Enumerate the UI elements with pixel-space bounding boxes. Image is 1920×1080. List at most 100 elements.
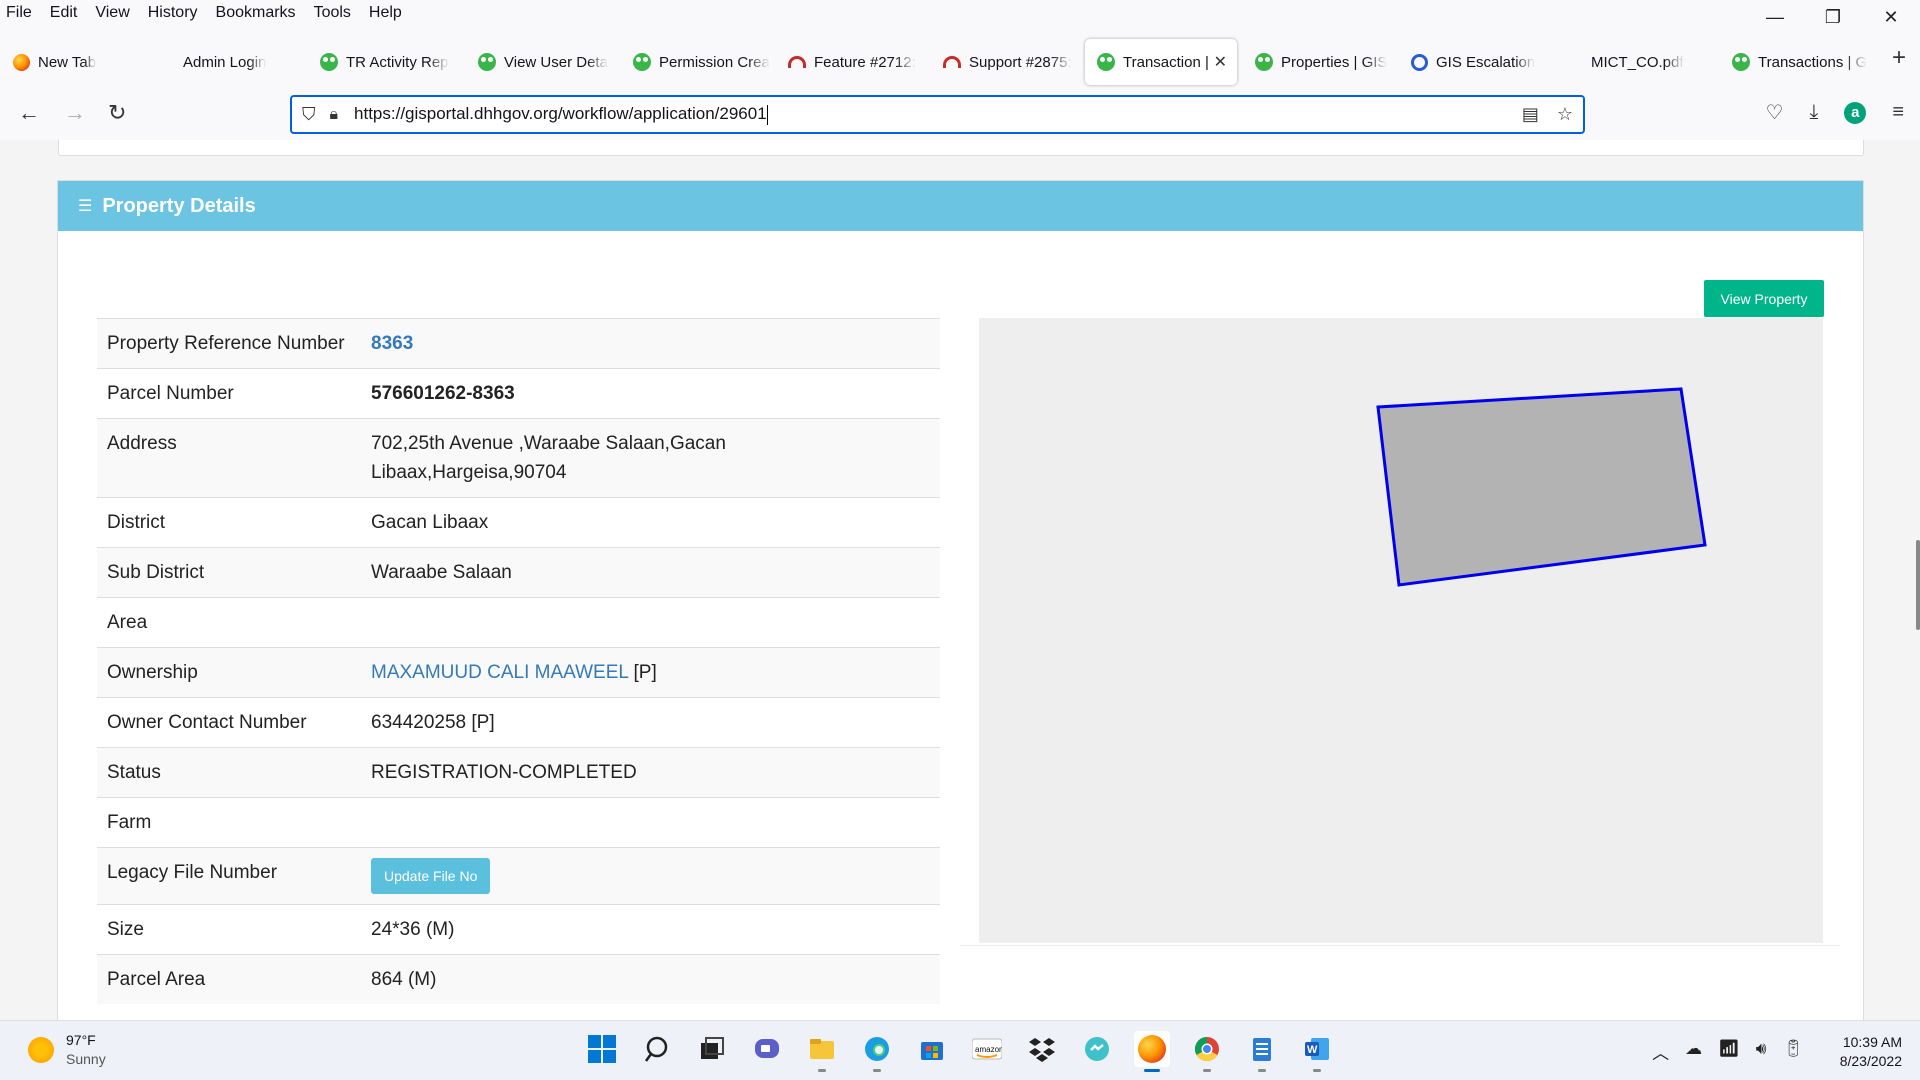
status-value: REGISTRATION-COMPLETED [361, 747, 940, 798]
panel-title: Property Details [102, 194, 256, 217]
url-text[interactable]: https://gisportal.dhhgov.org/workflow/ap… [354, 104, 768, 125]
update-file-no-button[interactable]: Update File No [371, 858, 491, 894]
back-arrow-icon[interactable]: ← [18, 100, 40, 126]
clock[interactable]: 10:39 AM 8/23/2022 [1840, 1033, 1902, 1071]
restore-button[interactable]: ❐ [1804, 0, 1862, 34]
redmine-icon [788, 53, 806, 71]
weather-widget[interactable]: 97°F Sunny [28, 1031, 106, 1069]
area-label: Area [97, 597, 361, 648]
tab-label: Transaction | [1123, 53, 1209, 71]
tab-label: Feature #2712: [814, 53, 916, 71]
vertical-scrollbar[interactable] [1916, 540, 1920, 630]
volume-icon[interactable]: 🔊︎ [1756, 1039, 1767, 1064]
tab-new-tab[interactable]: New Tab [0, 39, 155, 85]
chrome-icon[interactable] [1189, 1031, 1225, 1072]
battery-icon[interactable]: 🔋︎ [1782, 1039, 1804, 1064]
forward-arrow-icon[interactable]: → [64, 100, 86, 126]
start-icon[interactable] [584, 1031, 620, 1067]
window-controls: — ❐ ✕ [1746, 0, 1920, 34]
parcel-area-value: 864 (M) [361, 954, 940, 1004]
shield-icon[interactable]: ⛉ [302, 104, 316, 125]
word-icon[interactable]: W [1299, 1031, 1335, 1072]
owner-name-link[interactable]: MAXAMUUD CALI MAAWEEL [371, 662, 628, 683]
firefox-taskbar-icon[interactable] [1134, 1031, 1170, 1072]
tab-feature[interactable]: Feature #2712: [776, 39, 931, 85]
file-explorer-icon[interactable] [804, 1031, 840, 1072]
new-tab-button[interactable]: + [1892, 44, 1906, 72]
bookmark-star-icon[interactable]: ☆ [1557, 104, 1573, 125]
reload-icon[interactable]: ↻ [108, 100, 126, 126]
map-canvas [1376, 387, 1707, 587]
dropbox-icon[interactable] [1024, 1031, 1060, 1067]
tab-label: Properties | GIS [1281, 53, 1388, 71]
edge-icon[interactable] [859, 1031, 895, 1072]
list-icon: ☰ [78, 198, 93, 215]
toolbar-right: ♡ ⤓ a ≡ [1766, 100, 1904, 125]
panel-header: ☰ Property Details [58, 181, 1863, 231]
messenger-icon[interactable] [1079, 1031, 1115, 1067]
property-map[interactable] [979, 318, 1823, 943]
view-property-button[interactable]: View Property [1704, 280, 1824, 317]
account-icon[interactable]: a [1844, 101, 1867, 124]
table-row: Status REGISTRATION-COMPLETED [97, 747, 940, 798]
close-tab-icon[interactable]: ✕ [1214, 52, 1227, 72]
menu-tools[interactable]: Tools [306, 4, 361, 22]
sub-district-label: Sub District [97, 547, 361, 598]
task-view-icon[interactable] [694, 1031, 730, 1067]
tab-permission[interactable]: Permission Crea [621, 39, 776, 85]
firefox-icon [12, 53, 30, 71]
tab-tr-activity[interactable]: TR Activity Rep [308, 39, 466, 85]
table-row: Ownership MAXAMUUD CALI MAAWEEL [P] [97, 647, 940, 698]
tab-properties[interactable]: Properties | GIS [1243, 39, 1398, 85]
parcel-polygon[interactable] [1376, 387, 1707, 587]
menu-bar: File Edit View History Bookmarks Tools H… [0, 0, 1920, 26]
wifi-icon[interactable]: 📶︎ [1718, 1039, 1740, 1064]
table-row: Parcel Area 864 (M) [97, 954, 940, 1004]
tab-label: TR Activity Rep [346, 53, 449, 71]
onedrive-icon[interactable]: ☁ [1685, 1039, 1702, 1064]
gis-icon [1097, 53, 1115, 71]
hamburger-menu-icon[interactable]: ≡ [1892, 101, 1904, 124]
tab-admin-login[interactable]: Admin Login [155, 39, 308, 85]
download-icon[interactable]: ⤓ [1809, 101, 1818, 124]
teams-chat-icon[interactable] [749, 1031, 785, 1067]
gis-icon [1255, 53, 1273, 71]
menu-help[interactable]: Help [361, 4, 412, 22]
menu-edit[interactable]: Edit [42, 4, 88, 22]
tab-label: Permission Crea [659, 53, 770, 71]
district-label: District [97, 497, 361, 548]
svg-text:amazon: amazon [975, 1045, 1002, 1054]
tab-mict-pdf[interactable]: MICT_CO.pdf [1551, 39, 1706, 85]
menu-file[interactable]: File [0, 4, 42, 22]
chevron-up-icon[interactable]: ︿ [1652, 1039, 1669, 1064]
table-row: Property Reference Number 8363 [97, 318, 940, 369]
gis-icon [320, 53, 338, 71]
property-ref-link[interactable]: 8363 [371, 333, 413, 354]
divider [960, 945, 1840, 946]
notepad-icon[interactable] [1244, 1031, 1280, 1072]
tab-support[interactable]: Support #2875: [931, 39, 1079, 85]
store-icon[interactable] [914, 1031, 950, 1067]
tab-gis-escalation[interactable]: GIS Escalation [1398, 39, 1551, 85]
minimize-button[interactable]: — [1746, 0, 1804, 34]
tab-transaction[interactable]: Transaction | ✕ [1085, 39, 1237, 85]
reader-view-icon[interactable]: ▤ [1522, 104, 1539, 125]
tab-view-user[interactable]: View User Deta [466, 39, 621, 85]
table-row: District Gacan Libaax [97, 497, 940, 548]
taskbar: 97°F Sunny amazon W ︿ ☁ 📶︎ 🔊︎ 🔋︎ 10:39 A… [0, 1020, 1920, 1080]
menu-bookmarks[interactable]: Bookmarks [208, 4, 306, 22]
menu-view[interactable]: View [87, 4, 139, 22]
previous-card [58, 140, 1864, 156]
close-window-button[interactable]: ✕ [1862, 0, 1920, 34]
search-icon[interactable] [639, 1031, 675, 1067]
address-value: 702,25th Avenue ,Waraabe Salaan,Gacan Lib… [361, 418, 940, 498]
pocket-icon[interactable]: ♡ [1766, 100, 1784, 125]
property-details-table: Property Reference Number 8363 Parcel Nu… [97, 318, 940, 1004]
lock-icon[interactable]: 🔒︎ [330, 106, 339, 124]
clock-time: 10:39 AM [1842, 1034, 1902, 1050]
url-bar[interactable]: ⛉ 🔒︎ https://gisportal.dhhgov.org/workfl… [290, 95, 1585, 134]
tab-label: Support #2875: [969, 53, 1072, 71]
menu-history[interactable]: History [140, 4, 208, 22]
tab-transactions[interactable]: Transactions | G [1720, 39, 1870, 85]
amazon-icon[interactable]: amazon [969, 1031, 1005, 1067]
